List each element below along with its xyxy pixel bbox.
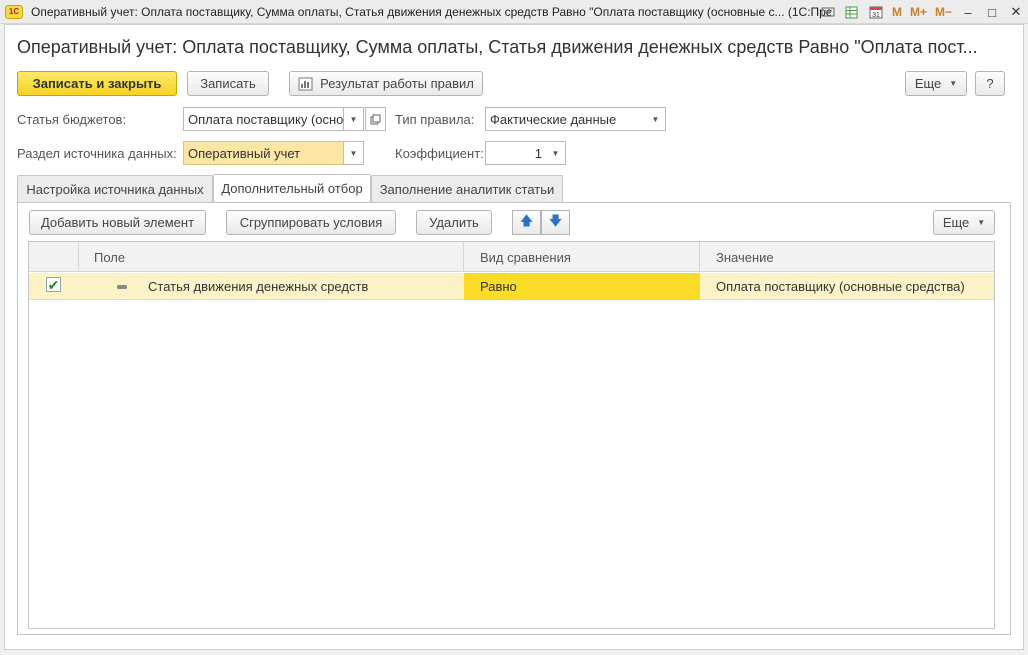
report-icon	[298, 77, 314, 91]
memory-minus-button[interactable]: M−	[935, 5, 952, 19]
table-row[interactable]: ✔ Статья движения денежных средств Равно…	[29, 273, 994, 300]
rule-type-dropdown[interactable]: ▼	[646, 107, 666, 131]
form-window: Оперативный учет: Оплата поставщику, Сум…	[4, 24, 1024, 650]
more-button[interactable]: Еще ▼	[905, 71, 967, 96]
coefficient-dropdown[interactable]: ▼	[546, 141, 566, 165]
chevron-down-icon: ▼	[551, 148, 560, 158]
link-icon[interactable]	[818, 4, 838, 20]
source-section-field[interactable]: Оперативный учет	[183, 141, 344, 165]
window-titlebar: 1С Оперативный учет: Оплата поставщику, …	[0, 0, 1028, 24]
chevron-down-icon: ▼	[349, 148, 358, 158]
more-label: Еще	[914, 76, 942, 91]
collapse-icon[interactable]	[117, 285, 127, 289]
chevron-down-icon: ▼	[349, 114, 358, 124]
chevron-down-icon: ▼	[977, 218, 986, 227]
panel-more-label: Еще	[942, 215, 970, 230]
row-field-cell[interactable]: Статья движения денежных средств	[148, 273, 464, 300]
close-button[interactable]: ✕	[1004, 2, 1028, 22]
save-and-close-button[interactable]: Записать и закрыть	[17, 71, 177, 96]
source-section-dropdown[interactable]: ▼	[344, 141, 364, 165]
budget-item-label: Статья бюджетов:	[17, 112, 127, 127]
save-button[interactable]: Записать	[187, 71, 269, 96]
move-up-icon[interactable]: 🡅	[512, 210, 541, 235]
page-title: Оперативный учет: Оплата поставщику, Сум…	[17, 37, 978, 57]
check-column-header	[29, 242, 79, 272]
open-icon[interactable]	[365, 107, 386, 131]
column-header-comparison[interactable]: Вид сравнения	[464, 242, 700, 272]
app-logo-icon: 1С	[5, 4, 23, 19]
tab-analytics-fill[interactable]: Заполнение аналитик статьи	[371, 175, 563, 202]
row-comparison-cell[interactable]: Равно	[464, 273, 700, 300]
chevron-down-icon: ▼	[651, 114, 660, 124]
move-down-icon[interactable]: 🡇	[541, 210, 570, 235]
group-conditions-button[interactable]: Сгруппировать условия	[226, 210, 396, 235]
calendar-day: 31	[872, 12, 880, 19]
add-element-button[interactable]: Добавить новый элемент	[29, 210, 206, 235]
coefficient-label: Коэффициент:	[395, 146, 484, 161]
calendar-icon[interactable]: 31	[866, 4, 886, 20]
grid-header: Поле Вид сравнения Значение	[29, 242, 994, 272]
column-header-value[interactable]: Значение	[700, 242, 994, 272]
rules-result-button[interactable]: Результат работы правил	[289, 71, 483, 96]
column-header-field[interactable]: Поле	[79, 242, 464, 272]
titlebar-tools: 31 M M+ M− – □ ✕	[816, 0, 1028, 24]
row-checkbox[interactable]: ✔	[46, 277, 61, 292]
source-section-label: Раздел источника данных:	[17, 146, 177, 161]
table-icon[interactable]	[842, 4, 862, 20]
chevron-down-icon: ▼	[949, 79, 958, 88]
memory-plus-button[interactable]: M+	[910, 5, 927, 19]
coefficient-field[interactable]: 1	[485, 141, 547, 165]
maximize-button[interactable]: □	[980, 2, 1004, 22]
memory-button[interactable]: M	[892, 5, 902, 19]
filter-tab-panel: Добавить новый элемент Сгруппировать усл…	[17, 202, 1011, 635]
tab-additional-filter[interactable]: Дополнительный отбор	[213, 174, 371, 202]
tab-source-settings[interactable]: Настройка источника данных	[17, 175, 213, 202]
rule-type-label: Тип правила:	[395, 112, 475, 127]
delete-button[interactable]: Удалить	[416, 210, 492, 235]
window-title: Оперативный учет: Оплата поставщику, Сум…	[31, 4, 831, 19]
help-button[interactable]: ?	[975, 71, 1005, 96]
minimize-button[interactable]: –	[956, 2, 980, 22]
rules-result-label: Результат работы правил	[320, 76, 474, 91]
budget-item-field[interactable]: Оплата поставщику (осно	[183, 107, 344, 131]
filter-grid: Поле Вид сравнения Значение ✔ Статья дви…	[28, 241, 995, 629]
budget-item-dropdown[interactable]: ▼	[344, 107, 364, 131]
row-value-cell[interactable]: Оплата поставщику (основные средства)	[700, 273, 994, 300]
panel-more-button[interactable]: Еще ▼	[933, 210, 995, 235]
rule-type-field[interactable]: Фактические данные	[485, 107, 647, 131]
